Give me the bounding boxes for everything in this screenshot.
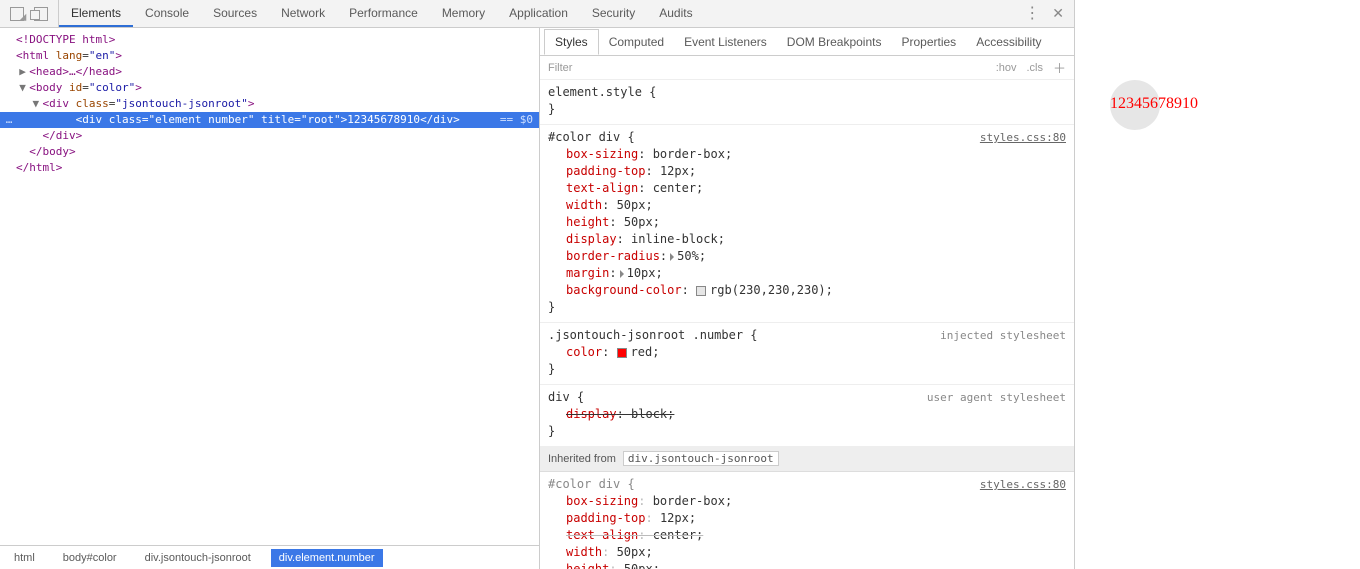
source-link[interactable]: styles.css:80: [980, 129, 1066, 146]
devtools-tabs: ElementsConsoleSourcesNetworkPerformance…: [59, 0, 705, 27]
devtools-top-bar: ElementsConsoleSourcesNetworkPerformance…: [0, 0, 1074, 28]
tab-security[interactable]: Security: [580, 0, 647, 27]
inherited-from-badge[interactable]: div.jsontouch-jsonroot: [623, 451, 779, 466]
source-link: injected stylesheet: [940, 327, 1066, 344]
css-rule[interactable]: element.style {}: [540, 80, 1074, 125]
css-rule[interactable]: injected stylesheet.jsontouch-jsonroot .…: [540, 323, 1074, 385]
top-left-icons: [0, 0, 59, 27]
css-rule[interactable]: styles.css:80#color div {box-sizing: bor…: [540, 472, 1074, 569]
filter-row: Filter :hov .cls ＋: [540, 56, 1074, 80]
tab-sources[interactable]: Sources: [201, 0, 269, 27]
dom-node[interactable]: ▼<div class="jsontouch-jsonroot">: [6, 96, 533, 112]
css-rule[interactable]: user agent stylesheetdiv {display: block…: [540, 385, 1074, 447]
crumb[interactable]: div.element.number: [271, 549, 383, 567]
styles-tab-event-listeners[interactable]: Event Listeners: [674, 30, 777, 54]
styles-panel: StylesComputedEvent ListenersDOM Breakpo…: [540, 28, 1074, 569]
color-swatch-icon[interactable]: [696, 286, 706, 296]
dom-node[interactable]: <html lang="en">: [6, 48, 533, 64]
inspect-element-icon[interactable]: [10, 7, 24, 21]
dom-node[interactable]: <!DOCTYPE html>: [6, 32, 533, 48]
hov-toggle[interactable]: :hov: [996, 62, 1017, 74]
styles-tab-computed[interactable]: Computed: [599, 30, 674, 54]
chrome-devtools: ElementsConsoleSourcesNetworkPerformance…: [0, 0, 1360, 569]
styles-tabs: StylesComputedEvent ListenersDOM Breakpo…: [540, 28, 1074, 56]
dom-tree[interactable]: <!DOCTYPE html> <html lang="en"> ▶<head>…: [0, 28, 539, 545]
dom-node-selected[interactable]: … <div class="element number" title="roo…: [0, 112, 539, 128]
tab-application[interactable]: Application: [497, 0, 580, 27]
inherited-from-header: Inherited from div.jsontouch-jsonroot: [540, 447, 1074, 472]
crumb[interactable]: html: [6, 549, 43, 567]
tab-performance[interactable]: Performance: [337, 0, 430, 27]
devtools-main: <!DOCTYPE html> <html lang="en"> ▶<head>…: [0, 28, 1074, 569]
crumb[interactable]: body#color: [55, 549, 125, 567]
styles-tab-styles[interactable]: Styles: [544, 29, 599, 55]
dom-node[interactable]: </div>: [6, 128, 533, 144]
elements-tree-panel: <!DOCTYPE html> <html lang="en"> ▶<head>…: [0, 28, 540, 569]
filter-input[interactable]: Filter: [548, 62, 572, 74]
tab-console[interactable]: Console: [133, 0, 201, 27]
css-rule[interactable]: styles.css:80#color div {box-sizing: bor…: [540, 125, 1074, 323]
device-toolbar-icon[interactable]: [34, 7, 48, 21]
styles-body[interactable]: element.style {}styles.css:80#color div …: [540, 80, 1074, 569]
devtools-panel: ElementsConsoleSourcesNetworkPerformance…: [0, 0, 1075, 569]
source-link[interactable]: styles.css:80: [980, 476, 1066, 493]
new-style-rule-icon[interactable]: ＋: [1053, 58, 1066, 77]
tab-audits[interactable]: Audits: [647, 0, 704, 27]
breadcrumb[interactable]: html body#color div.jsontouch-jsonroot div.…: [0, 545, 539, 569]
styles-tab-accessibility[interactable]: Accessibility: [966, 30, 1051, 54]
cls-toggle[interactable]: .cls: [1026, 62, 1043, 74]
tab-memory[interactable]: Memory: [430, 0, 497, 27]
dom-node[interactable]: </html>: [6, 160, 533, 176]
close-icon[interactable]: ✕: [1052, 5, 1064, 22]
tab-network[interactable]: Network: [269, 0, 337, 27]
top-right-controls: ⋮ ✕: [1024, 5, 1074, 22]
dom-node[interactable]: ▼<body id="color">: [6, 80, 533, 96]
color-swatch-icon[interactable]: [617, 348, 627, 358]
preview-element-text: 12345678910: [1110, 95, 1198, 113]
expand-shorthand-icon[interactable]: [620, 270, 624, 278]
expand-shorthand-icon[interactable]: [670, 253, 674, 261]
styles-tab-properties[interactable]: Properties: [891, 30, 966, 54]
dom-node[interactable]: ▶<head>…</head>: [6, 64, 533, 80]
page-preview: 12345678910: [1075, 0, 1360, 569]
styles-tab-dom-breakpoints[interactable]: DOM Breakpoints: [777, 30, 892, 54]
tab-elements[interactable]: Elements: [59, 0, 133, 27]
source-link: user agent stylesheet: [927, 389, 1066, 406]
crumb[interactable]: div.jsontouch-jsonroot: [137, 549, 259, 567]
dom-node[interactable]: </body>: [6, 144, 533, 160]
